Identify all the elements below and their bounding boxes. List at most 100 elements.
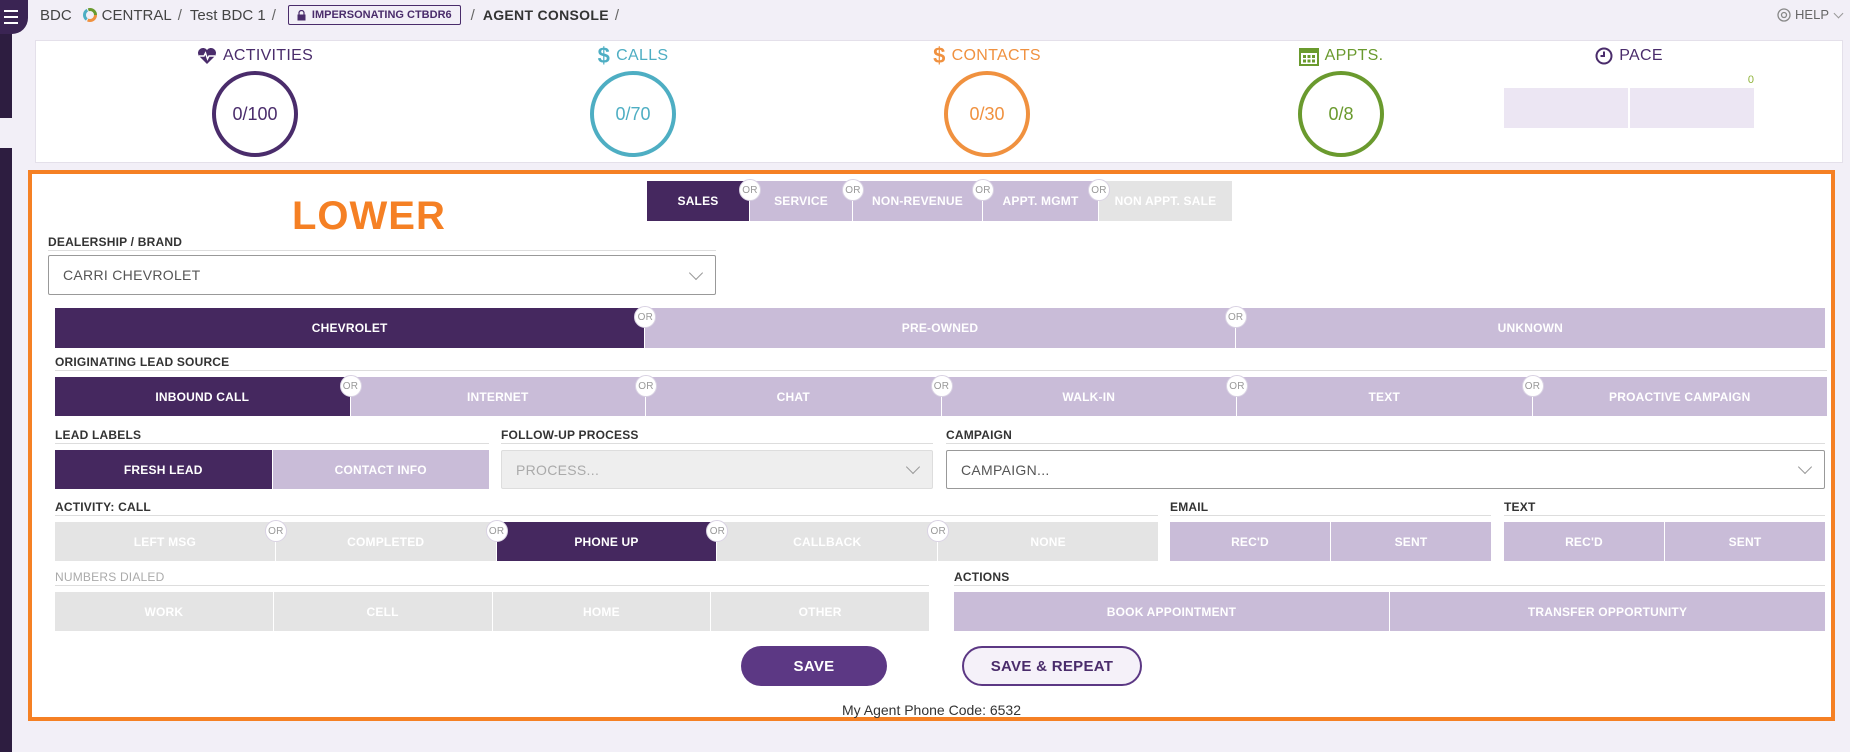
- crumb-account[interactable]: Test BDC 1: [190, 7, 266, 24]
- help-label: HELP: [1795, 7, 1829, 22]
- contacts-label: CONTACTS: [951, 47, 1041, 64]
- numbers-dialed-label: NUMBERS DIALED: [55, 570, 165, 584]
- text-received[interactable]: REC'D: [1504, 522, 1664, 561]
- campaign-select[interactable]: CAMPAIGN...: [946, 450, 1825, 489]
- appts-ring: 0/8: [1298, 71, 1384, 157]
- dollar-icon: $: [597, 43, 611, 68]
- help-menu[interactable]: HELP: [1777, 7, 1844, 22]
- activity-completed[interactable]: or COMPLETED: [264, 520, 496, 561]
- text-options: REC'D SENT: [1504, 522, 1825, 561]
- email-label: EMAIL: [1170, 500, 1209, 514]
- brand-options: CHEVROLET or PRE-OWNED or UNKNOWN: [55, 306, 1825, 348]
- lock-icon: [297, 9, 306, 20]
- email-sent[interactable]: SENT: [1330, 522, 1491, 561]
- brand-central[interactable]: CENTRAL: [102, 7, 172, 24]
- brand-chevrolet[interactable]: CHEVROLET: [55, 308, 645, 348]
- actions-options: BOOK APPOINTMENT TRANSFER OPPORTUNITY: [954, 592, 1825, 631]
- lead-source-proactive-campaign[interactable]: or PROACTIVE CAMPAIGN: [1521, 375, 1827, 416]
- page-title: AGENT CONSOLE: [482, 7, 609, 23]
- email-received[interactable]: REC'D: [1170, 522, 1330, 561]
- activity-none[interactable]: or NONE: [927, 520, 1158, 561]
- menu-icon[interactable]: [0, 0, 28, 34]
- text-label: TEXT: [1504, 500, 1536, 514]
- activity-callback[interactable]: or CALLBACK: [706, 520, 938, 561]
- brand-unknown[interactable]: or UNKNOWN: [1224, 306, 1825, 348]
- chevron-down-icon: [1797, 459, 1813, 475]
- stat-calls: $ CALLS 0/70: [553, 41, 713, 157]
- email-options: REC'D SENT: [1170, 522, 1491, 561]
- lower-annotation: LOWER: [292, 194, 446, 238]
- activity-label: ACTIVITY: CALL: [55, 500, 151, 514]
- activity-left-msg[interactable]: LEFT MSG: [55, 522, 275, 561]
- impersonating-badge[interactable]: IMPERSONATING CTBDR6: [287, 5, 461, 25]
- lead-source-text[interactable]: or TEXT: [1226, 375, 1532, 416]
- chevron-down-icon: [1833, 8, 1844, 18]
- stats-panel: ACTIVITIES 0/100 $ CALLS 0/70 $ CONTACTS…: [35, 40, 1843, 163]
- calendar-icon: [1298, 48, 1319, 66]
- department-tabs: SALES or SERVICE or NON-REVENUE or APPT. MG…: [647, 179, 1239, 221]
- dialed-other[interactable]: OTHER: [710, 592, 929, 631]
- tab-service[interactable]: or SERVICE: [739, 179, 852, 221]
- transfer-opportunity-button[interactable]: TRANSFER OPPORTUNITY: [1389, 592, 1825, 631]
- lead-source-chat[interactable]: or CHAT: [635, 375, 941, 416]
- tab-non-appt-sale[interactable]: or NON APPT. SALE: [1088, 179, 1232, 221]
- central-logo-icon: [82, 8, 97, 22]
- agent-phone-code: My Agent Phone Code: 6532: [32, 702, 1831, 718]
- clock-icon: [1595, 47, 1613, 65]
- stat-appts: APPTS. 0/8: [1261, 41, 1421, 157]
- activities-label: ACTIVITIES: [222, 47, 314, 64]
- dialed-cell[interactable]: CELL: [272, 592, 492, 631]
- lead-label-fresh-lead[interactable]: FRESH LEAD: [55, 450, 272, 489]
- phone-code-label: My Agent Phone Code:: [841, 702, 986, 718]
- dialed-work[interactable]: WORK: [55, 592, 273, 631]
- chevron-down-icon: [905, 459, 921, 475]
- book-appointment-button[interactable]: BOOK APPOINTMENT: [954, 592, 1389, 631]
- dealership-label: DEALERSHIP / BRAND: [48, 235, 183, 249]
- brand-pre-owned[interactable]: or PRE-OWNED: [634, 306, 1235, 348]
- breadcrumb: BDC CENTRAL / Test BDC 1 / IMPERSONATING…: [40, 0, 1850, 30]
- lead-labels-options: FRESH LEAD CONTACT INFO: [55, 450, 489, 489]
- follow-up-select[interactable]: PROCESS...: [501, 450, 933, 489]
- appts-label: APPTS.: [1324, 47, 1384, 64]
- dollar-icon: $: [933, 43, 946, 68]
- tab-non-revenue[interactable]: or NON-REVENUE: [842, 179, 982, 221]
- calls-label: CALLS: [616, 47, 669, 64]
- lead-source-inbound-call[interactable]: INBOUND CALL: [55, 377, 350, 416]
- follow-up-label: FOLLOW-UP PROCESS: [501, 428, 639, 442]
- dialed-home[interactable]: HOME: [491, 592, 711, 631]
- lower-panel: LOWER SALES or SERVICE or NON-REVENUE or AP…: [28, 170, 1835, 721]
- pace-value: 0: [1747, 74, 1754, 86]
- brand-bdc[interactable]: BDC: [40, 7, 72, 24]
- activity-phone-up[interactable]: or PHONE UP: [485, 520, 717, 561]
- dealership-value: CARRI CHEVROLET: [63, 267, 201, 283]
- activities-ring: 0/100: [212, 71, 298, 157]
- tab-sales[interactable]: SALES: [647, 181, 749, 221]
- save-button[interactable]: SAVE: [741, 646, 887, 686]
- left-rail: [0, 0, 12, 752]
- lead-source-internet[interactable]: or INTERNET: [339, 375, 645, 416]
- stat-pace: PACE 0: [1504, 41, 1754, 128]
- campaign-placeholder: CAMPAIGN...: [961, 461, 1050, 478]
- dealership-select[interactable]: CARRI CHEVROLET: [48, 255, 716, 295]
- text-sent[interactable]: SENT: [1664, 522, 1825, 561]
- impersonating-text: IMPERSONATING CTBDR6: [311, 9, 452, 21]
- tab-appt-mgmt[interactable]: or APPT. MGMT: [972, 179, 1098, 221]
- chevron-down-icon: [688, 265, 704, 280]
- heart-pulse-icon: [197, 48, 216, 64]
- lead-label-contact-info[interactable]: CONTACT INFO: [271, 450, 489, 489]
- contacts-ring: 0/30: [944, 71, 1030, 157]
- phone-code-value: 6532: [989, 702, 1022, 718]
- lead-source-walk-in[interactable]: or WALK-IN: [930, 375, 1236, 416]
- lead-source-label: ORIGINATING LEAD SOURCE: [55, 355, 230, 369]
- activity-options: LEFT MSG or COMPLETED or PHONE UP or CALLBA…: [55, 520, 1158, 561]
- lead-labels-label: LEAD LABELS: [55, 428, 142, 442]
- actions-label: ACTIONS: [954, 570, 1010, 584]
- lead-source-options: INBOUND CALL or INTERNET or CHAT or WALK-IN…: [55, 375, 1827, 416]
- pace-bars: [1504, 88, 1754, 128]
- campaign-label: CAMPAIGN: [946, 428, 1013, 442]
- save-repeat-button[interactable]: SAVE & REPEAT: [962, 646, 1142, 686]
- stat-contacts: $ CONTACTS 0/30: [907, 41, 1067, 157]
- pace-label: PACE: [1619, 47, 1663, 64]
- stat-activities: ACTIVITIES 0/100: [175, 41, 335, 157]
- help-icon: [1777, 7, 1791, 22]
